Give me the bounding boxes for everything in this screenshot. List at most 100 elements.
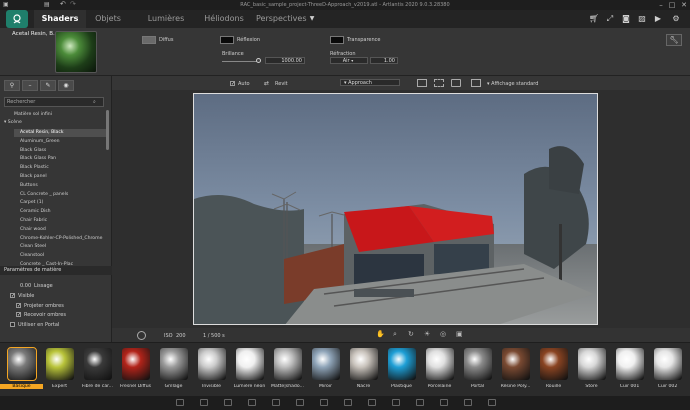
search-input[interactable]: Rechercher ⌕	[4, 97, 104, 107]
material-thumbnail[interactable]: Porcelaine	[422, 346, 457, 393]
maximize-button[interactable]: □	[667, 1, 677, 9]
tree-item-material[interactable]: Black panel	[14, 173, 106, 181]
cart-icon[interactable]: 🛒︎	[588, 13, 600, 25]
iso-value[interactable]: 200	[176, 333, 186, 339]
tree-item-material[interactable]: Black Glass Pan	[14, 155, 106, 163]
grid-icon[interactable]	[488, 399, 496, 406]
refraction-value-field[interactable]: 1.00	[370, 57, 398, 64]
movie-icon[interactable]: ▶	[652, 13, 664, 25]
folder-icon[interactable]	[200, 399, 208, 406]
scene-tree-tool-icon[interactable]: ⚲	[4, 80, 20, 91]
fit-view-icon[interactable]	[434, 79, 444, 87]
heliodon-icon[interactable]	[416, 399, 424, 406]
minimize-button[interactable]: –	[656, 1, 666, 9]
close-button[interactable]: ✕	[679, 1, 689, 9]
plant-icon[interactable]	[296, 399, 304, 406]
material-thumbnail[interactable]: Cuir 001	[612, 346, 647, 393]
tree-item-material[interactable]: Ceramic Dish	[14, 208, 106, 216]
material-thumbnail[interactable]: Miroir	[308, 346, 343, 393]
render-preview[interactable]	[193, 93, 598, 325]
tab-heliodons[interactable]: Héliodons	[196, 10, 252, 28]
tree-item-material[interactable]: Chair Fabric	[14, 217, 106, 225]
bookmark-icon[interactable]	[464, 399, 472, 406]
material-thumbnail[interactable]: Grillage	[156, 346, 191, 393]
link-icon[interactable]	[440, 399, 448, 406]
tree-item-material[interactable]: Cleanstool	[14, 252, 106, 260]
material-thumbnail[interactable]: Fresnel Diffus	[118, 346, 153, 393]
hand-tool-icon[interactable]: ✋	[376, 330, 385, 338]
tree-item-scene[interactable]: ▾ Scène	[4, 119, 109, 127]
visibility-tool-icon[interactable]: ◉	[58, 80, 74, 91]
settings-icon[interactable]: ⚙	[670, 13, 682, 25]
tree-scrollbar[interactable]	[106, 110, 109, 150]
tree-item-material[interactable]: Black Plastic	[14, 164, 106, 172]
display-mode-icon[interactable]	[471, 79, 481, 87]
remove-tool-icon[interactable]: –	[22, 80, 38, 91]
tree-item-material[interactable]: Clean Steel	[14, 243, 106, 251]
camera-settings-icon[interactable]	[137, 331, 146, 340]
tab-lights[interactable]: Lumières	[138, 10, 194, 28]
media-icon[interactable]	[224, 399, 232, 406]
tree-item-material[interactable]: Acetal Resin, Black	[14, 129, 106, 137]
tree-item-material[interactable]: Buttons	[14, 182, 106, 190]
crop-icon[interactable]	[451, 79, 461, 87]
smoothing-value[interactable]: 0.00	[20, 283, 31, 289]
tree-item-infinite-ground[interactable]: Matière sol infini	[14, 111, 119, 119]
visible-checkbox[interactable]: ✓	[10, 293, 15, 299]
tree-item-material[interactable]: Black Glass	[14, 147, 106, 155]
cast-shadows-checkbox[interactable]: ✓	[16, 303, 21, 309]
refraction-medium-select[interactable]: Air ▾	[330, 57, 368, 64]
material-thumbnail[interactable]: Matte|shado...	[270, 346, 305, 393]
material-thumbnail[interactable]: Basique	[0, 346, 43, 393]
tab-objects[interactable]: Objets	[86, 10, 130, 28]
object-icon[interactable]	[248, 399, 256, 406]
light-bulb-icon[interactable]	[368, 399, 376, 406]
rotate-icon[interactable]: ↻	[408, 330, 414, 338]
use-portal-checkbox[interactable]	[10, 322, 15, 327]
tree-item-material[interactable]: Chrome-Kohler-CP-Polished_Chrome	[14, 235, 106, 243]
tab-shaders[interactable]: Shaders	[34, 10, 86, 28]
shininess-slider[interactable]	[222, 61, 258, 62]
texture-icon[interactable]	[272, 399, 280, 406]
tree-item-material[interactable]: CL Concrete _ panels	[14, 191, 106, 199]
zoom-icon[interactable]: ⌕	[393, 330, 397, 339]
person-icon[interactable]	[320, 399, 328, 406]
tree-item-material[interactable]: Concrete _ Cast-In-Plac	[14, 261, 106, 269]
material-thumbnail[interactable]: Fibre de car...	[80, 346, 115, 393]
material-thumbnail[interactable]: Expert	[42, 346, 77, 393]
revit-link-icon[interactable]: ⇄	[264, 80, 269, 87]
record-icon[interactable]: ◎	[440, 330, 446, 338]
display-mode-select[interactable]: ▾ Affichage standard	[487, 81, 538, 87]
shader-icon[interactable]	[392, 399, 400, 406]
shutter-speed[interactable]: 1 / 500 s	[203, 333, 225, 339]
tree-item-material[interactable]: Chair wood	[14, 226, 106, 234]
material-thumbnail[interactable]: Invisible	[194, 346, 229, 393]
material-thumbnail[interactable]: Plastique	[384, 346, 419, 393]
shininess-slider-handle[interactable]	[256, 58, 261, 63]
material-thumbnail[interactable]: Résine Poly...	[498, 346, 533, 393]
material-thumbnail[interactable]: Store	[574, 346, 609, 393]
shininess-value-field[interactable]: 1000.00	[265, 57, 305, 64]
tab-perspectives[interactable]: Perspectives	[256, 10, 307, 28]
expand-icon[interactable]: ⤢	[604, 13, 616, 25]
light-icon[interactable]: ☀	[424, 330, 430, 338]
frame-icon[interactable]	[417, 79, 427, 87]
wrench-icon[interactable]: 🔧︎	[666, 34, 682, 46]
diffuse-color-swatch[interactable]	[142, 36, 156, 44]
material-thumbnail[interactable]: Rouille	[536, 346, 571, 393]
transparency-color-swatch[interactable]	[330, 36, 344, 44]
catalog-icon[interactable]	[176, 399, 184, 406]
receive-shadows-checkbox[interactable]: ✓	[16, 312, 21, 318]
camera-icon[interactable]: ◙	[620, 13, 632, 25]
perspectives-dropdown-icon[interactable]: ▼	[306, 13, 318, 25]
view-selector[interactable]: ▾ Approach	[340, 79, 400, 86]
image-icon[interactable]: ▨	[636, 13, 648, 25]
material-thumbnail[interactable]: Nacre	[346, 346, 381, 393]
material-thumbnail[interactable]: Portal	[460, 346, 495, 393]
reflection-color-swatch[interactable]	[220, 36, 234, 44]
eyedropper-tool-icon[interactable]: ✎	[40, 80, 56, 91]
material-thumbnail[interactable]: Cuir 002	[650, 346, 685, 393]
tree-item-material[interactable]: Aluminum_Green	[14, 138, 106, 146]
car-icon[interactable]	[344, 399, 352, 406]
auto-checkbox[interactable]: ✓	[230, 81, 235, 87]
